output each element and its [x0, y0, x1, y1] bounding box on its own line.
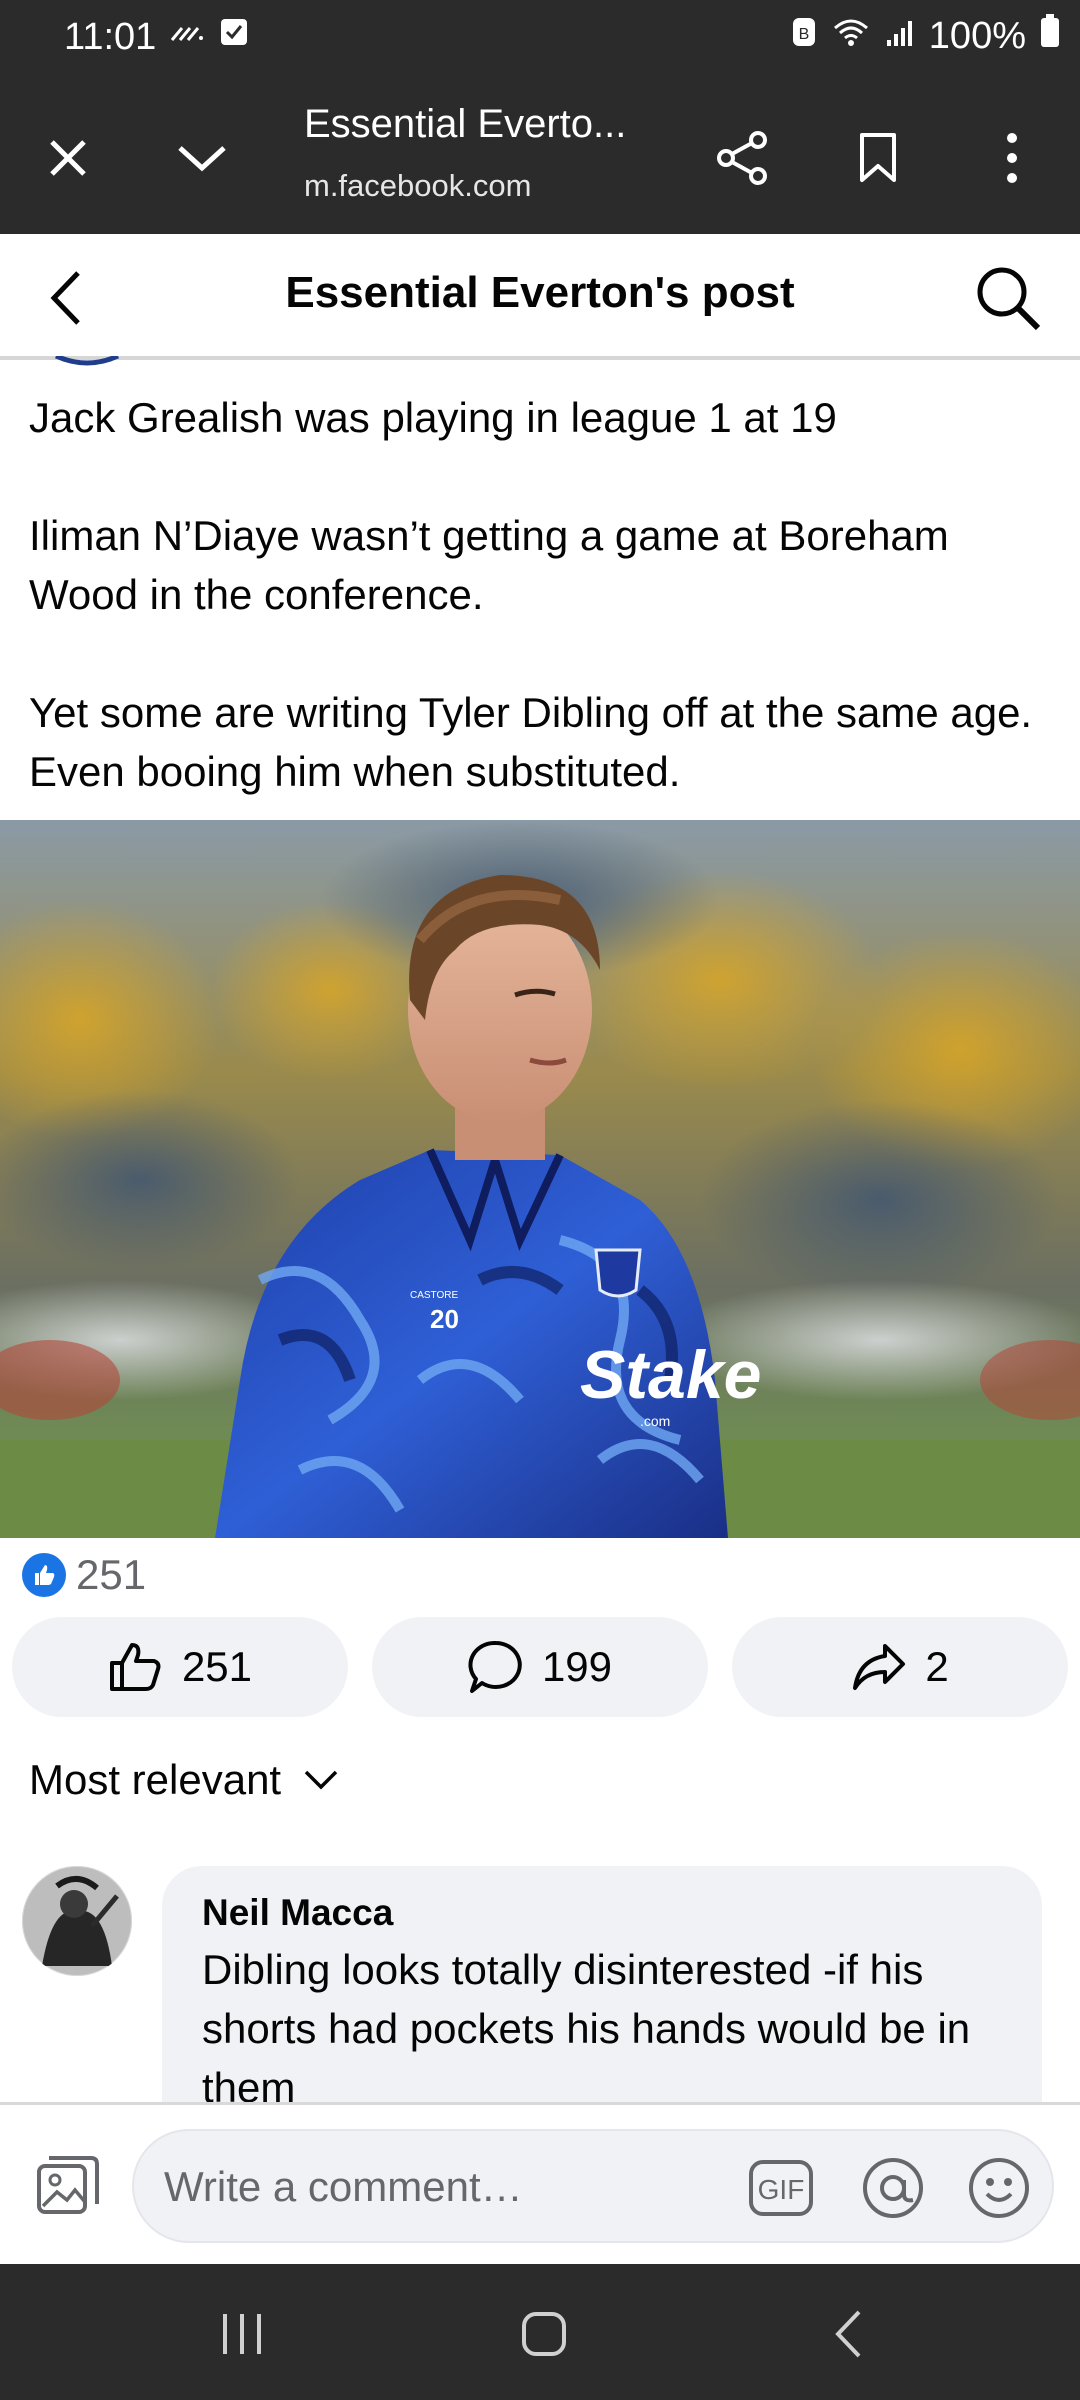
comment-icon	[468, 1640, 522, 1693]
post-actions: 251 199 2	[12, 1617, 1068, 1717]
chevron-down-icon	[304, 1770, 338, 1790]
comment-input[interactable]: Write a comment… GIF	[132, 2129, 1054, 2243]
post-paragraph: Iliman N’Diaye wasn’t getting a game at …	[29, 512, 949, 618]
back-arrow-icon	[835, 2310, 861, 2358]
like-button[interactable]: 251	[12, 1617, 348, 1717]
close-icon	[50, 140, 86, 176]
comment-text: Dibling looks totally disinterested -if …	[202, 1946, 971, 2102]
chevron-down-icon	[178, 146, 226, 172]
bookmark-button[interactable]	[838, 118, 918, 198]
post-text: Jack Grealish was playing in league 1 at…	[29, 388, 1049, 801]
data-saver-icon: B	[791, 15, 817, 58]
shirt-sponsor-sub-text: .com	[640, 1413, 670, 1429]
photo-icon	[37, 2156, 99, 2214]
add-photo-button[interactable]	[30, 2149, 106, 2225]
comment-input-placeholder: Write a comment…	[164, 2163, 523, 2210]
comment-button[interactable]: 199	[372, 1617, 708, 1717]
battery-level: 100%	[928, 14, 1026, 57]
comment-author[interactable]: Neil Macca	[202, 1892, 1002, 1934]
check-notification-icon	[220, 18, 248, 51]
minimize-button[interactable]	[162, 118, 242, 198]
browser-toolbar: Essential Everto... m.facebook.com	[0, 78, 1080, 234]
post-photo[interactable]: Stake .com CASTORE 20	[0, 820, 1080, 1538]
browser-url[interactable]: m.facebook.com	[304, 168, 531, 204]
svg-text:B: B	[798, 26, 809, 43]
data-activity-icon	[170, 20, 206, 49]
browser-page-title: Essential Everto...	[304, 102, 627, 146]
post-header: Essential Everton's post	[0, 234, 1080, 360]
shirt-number-text: 20	[430, 1304, 459, 1334]
reaction-count: 251	[76, 1551, 147, 1598]
gif-label: GIF	[758, 2174, 805, 2205]
search-icon	[977, 267, 1041, 331]
mention-button[interactable]	[858, 2153, 928, 2223]
battery-icon	[1040, 14, 1060, 58]
comment-composer: Write a comment… GIF	[0, 2102, 1080, 2264]
share-button[interactable]	[702, 118, 782, 198]
post-paragraph: Jack Grealish was playing in league 1 at…	[29, 394, 837, 441]
reactions-summary[interactable]: 251	[22, 1550, 146, 1600]
thumbs-up-icon	[109, 1643, 161, 1691]
home-button[interactable]	[494, 2294, 594, 2374]
close-tab-button[interactable]	[28, 118, 108, 198]
page-title: Essential Everton's post	[285, 268, 795, 317]
comment-sort-label: Most relevant	[29, 1756, 282, 1803]
shirt-sponsor-text: Stake	[580, 1337, 761, 1413]
emoji-button[interactable]	[964, 2153, 1034, 2223]
status-bar: 11:01 B 100%	[0, 0, 1080, 78]
more-options-button[interactable]	[972, 118, 1052, 198]
share-icon	[717, 131, 767, 185]
search-button[interactable]	[966, 256, 1050, 340]
like-reaction-icon	[22, 1553, 66, 1597]
comment-count: 199	[541, 1643, 613, 1690]
at-sign-icon	[863, 2158, 923, 2218]
share-post-button[interactable]: 2	[732, 1617, 1068, 1717]
wifi-icon	[831, 15, 871, 58]
page-avatar-peek	[52, 356, 122, 370]
system-nav-bar	[0, 2264, 1080, 2400]
signal-icon	[885, 15, 915, 58]
status-time: 11:01	[64, 16, 157, 58]
home-icon	[522, 2312, 566, 2356]
club-crest	[594, 1248, 642, 1298]
bookmark-icon	[860, 133, 896, 182]
comment-bubble[interactable]: Neil Macca Dibling looks totally disinte…	[162, 1866, 1042, 2102]
comment-sort-dropdown[interactable]: Most relevant	[29, 1756, 339, 1804]
share-arrow-icon	[853, 1644, 906, 1690]
gif-icon: GIF	[749, 2160, 813, 2216]
share-count: 2	[925, 1643, 949, 1690]
post-paragraph: Yet some are writing Tyler Dibling off a…	[29, 689, 1033, 795]
more-vertical-icon	[1007, 133, 1017, 183]
recents-icon	[223, 2314, 261, 2354]
recent-apps-button[interactable]	[192, 2294, 292, 2374]
back-nav-button[interactable]	[798, 2294, 898, 2374]
like-count: 251	[181, 1643, 253, 1690]
shirt-brand-text: CASTORE	[410, 1290, 458, 1301]
player-photo: Stake .com CASTORE 20	[0, 820, 1080, 1538]
comment-item: Neil Macca Dibling looks totally disinte…	[22, 1866, 1062, 2102]
avatar[interactable]	[22, 1866, 132, 1976]
smiley-icon	[969, 2158, 1029, 2218]
gif-button[interactable]: GIF	[746, 2153, 816, 2223]
